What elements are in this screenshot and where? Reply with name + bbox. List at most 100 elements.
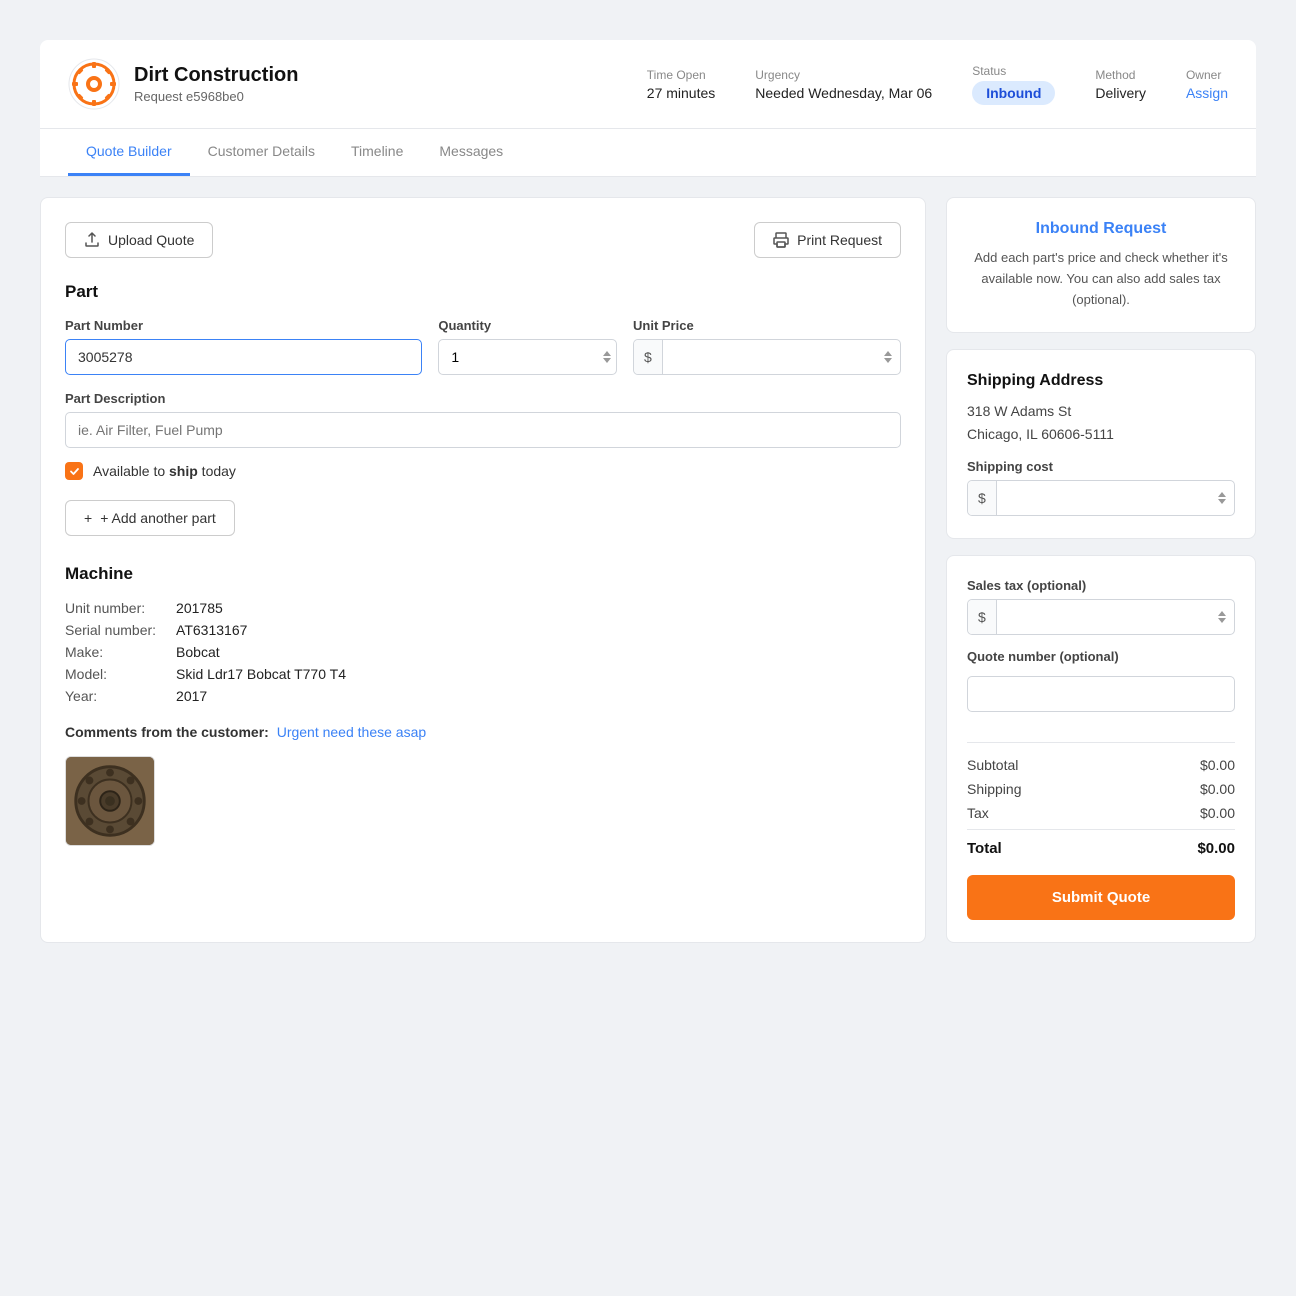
quantity-down-arrow[interactable] (603, 358, 611, 363)
upload-quote-label: Upload Quote (108, 232, 194, 248)
shipping-card: Shipping Address 318 W Adams St Chicago,… (946, 349, 1256, 539)
shipping-cost-up[interactable] (1218, 492, 1226, 497)
urgency-value: Needed Wednesday, Mar 06 (755, 85, 932, 101)
subtotal-value: $0.00 (1200, 757, 1235, 773)
make-value: Bobcat (176, 644, 901, 660)
unit-price-spinner (876, 351, 900, 363)
unit-number-label: Unit number: (65, 600, 156, 616)
meta-method: Method Delivery (1095, 68, 1146, 101)
submit-quote-button[interactable]: Submit Quote (967, 875, 1235, 920)
unit-price-input[interactable] (663, 340, 876, 374)
address-line2: Chicago, IL 60606-5111 (967, 426, 1114, 442)
tabs-bar: Quote Builder Customer Details Timeline … (40, 129, 1256, 177)
unit-price-down-arrow[interactable] (884, 358, 892, 363)
upload-quote-button[interactable]: Upload Quote (65, 222, 213, 258)
add-part-plus-icon: + (84, 510, 92, 526)
serial-number-label: Serial number: (65, 622, 156, 638)
tax-label: Tax (967, 805, 989, 821)
year-value: 2017 (176, 688, 901, 704)
page-wrapper: Dirt Construction Request e5968be0 Time … (40, 40, 1256, 943)
shipping-cost-down[interactable] (1218, 499, 1226, 504)
add-another-part-button[interactable]: + + Add another part (65, 500, 235, 536)
part-description-input[interactable] (65, 412, 901, 448)
unit-price-prefix: $ (634, 340, 663, 374)
meta-time-open: Time Open 27 minutes (647, 68, 715, 101)
status-label: Status (972, 64, 1055, 78)
shipping-summary-label: Shipping (967, 781, 1022, 797)
urgency-label: Urgency (755, 68, 932, 82)
sales-tax-label: Sales tax (optional) (967, 578, 1235, 593)
shipping-cost-input-group: $ (967, 480, 1235, 516)
sales-tax-spinner (1210, 611, 1234, 623)
unit-price-input-group: $ (633, 339, 901, 375)
tax-row: Tax $0.00 (967, 805, 1235, 821)
availability-bold: ship (169, 463, 198, 479)
part-number-group: Part Number (65, 318, 422, 375)
check-icon (69, 466, 80, 477)
serial-number-value: AT6313167 (176, 622, 901, 638)
assign-link[interactable]: Assign (1186, 85, 1228, 101)
print-request-button[interactable]: Print Request (754, 222, 901, 258)
tab-quote-builder[interactable]: Quote Builder (68, 129, 190, 176)
unit-number-value: 201785 (176, 600, 901, 616)
tab-messages[interactable]: Messages (421, 129, 521, 176)
inbound-card: Inbound Request Add each part's price an… (946, 197, 1256, 333)
quantity-input[interactable] (438, 339, 617, 375)
make-label: Make: (65, 644, 156, 660)
quantity-group: Quantity (438, 318, 617, 375)
thumbnail-inner (66, 757, 154, 845)
part-number-label: Part Number (65, 318, 422, 333)
main-content: Upload Quote Print Request Part Part Num… (40, 177, 1256, 943)
header: Dirt Construction Request e5968be0 Time … (40, 40, 1256, 129)
year-label: Year: (65, 688, 156, 704)
part-description-label: Part Description (65, 391, 901, 406)
summary-divider (967, 742, 1235, 743)
time-open-label: Time Open (647, 68, 715, 82)
shipping-cost-input[interactable] (997, 481, 1210, 515)
shipping-cost-label: Shipping cost (967, 459, 1235, 474)
shipping-summary-value: $0.00 (1200, 781, 1235, 797)
shipping-cost-prefix: $ (968, 481, 997, 515)
inbound-title: Inbound Request (967, 220, 1235, 238)
availability-checkbox[interactable] (65, 462, 83, 480)
machine-details-table: Unit number: 201785 Serial number: AT631… (65, 600, 901, 704)
availability-text: Available to ship today (93, 463, 236, 479)
header-meta: Time Open 27 minutes Urgency Needed Wedn… (647, 64, 1228, 105)
machine-section-title: Machine (65, 564, 901, 584)
model-value: Skid Ldr17 Bobcat T770 T4 (176, 666, 901, 682)
comments-row: Comments from the customer: Urgent need … (65, 724, 901, 740)
model-label: Model: (65, 666, 156, 682)
comments-text: Urgent need these asap (277, 724, 426, 740)
tab-customer-details[interactable]: Customer Details (190, 129, 333, 176)
quantity-spinner-wrapper (438, 339, 617, 375)
method-value: Delivery (1095, 85, 1146, 101)
part-number-input[interactable] (65, 339, 422, 375)
unit-price-up-arrow[interactable] (884, 351, 892, 356)
add-part-label: + Add another part (100, 510, 216, 526)
quote-number-input[interactable] (967, 676, 1235, 712)
shipping-row: Shipping $0.00 (967, 781, 1235, 797)
inbound-desc: Add each part's price and check whether … (967, 248, 1235, 310)
right-panel: Inbound Request Add each part's price an… (946, 197, 1256, 943)
part-image-svg (66, 756, 154, 846)
left-panel: Upload Quote Print Request Part Part Num… (40, 197, 926, 943)
sales-tax-up[interactable] (1218, 611, 1226, 616)
meta-urgency: Urgency Needed Wednesday, Mar 06 (755, 68, 932, 101)
quantity-up-arrow[interactable] (603, 351, 611, 356)
sales-tax-input[interactable] (997, 600, 1210, 634)
shipping-cost-spinner (1210, 492, 1234, 504)
quantity-spinner-arrows (603, 351, 611, 363)
sales-tax-prefix: $ (968, 600, 997, 634)
status-badge: Inbound (972, 81, 1055, 105)
company-name: Dirt Construction (134, 64, 647, 87)
tab-timeline[interactable]: Timeline (333, 129, 421, 176)
unit-price-label: Unit Price (633, 318, 901, 333)
sales-tax-input-group: $ (967, 599, 1235, 635)
attachment-thumbnail[interactable] (65, 756, 155, 846)
print-request-label: Print Request (797, 232, 882, 248)
upload-icon (84, 232, 100, 248)
print-icon (773, 232, 789, 248)
time-open-value: 27 minutes (647, 85, 715, 101)
total-label: Total (967, 840, 1002, 857)
sales-tax-down[interactable] (1218, 618, 1226, 623)
